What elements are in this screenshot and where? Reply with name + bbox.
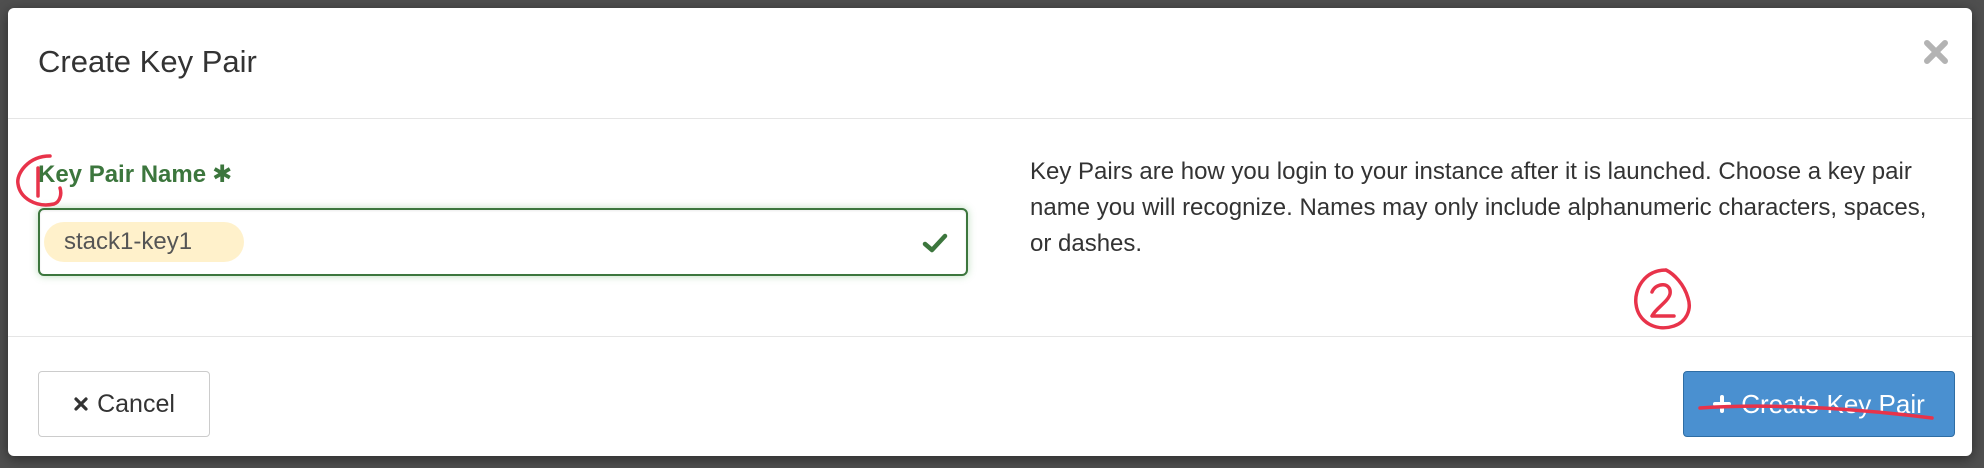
- modal-body: Key Pair Name✱ Key Pairs are how you log…: [8, 120, 1972, 335]
- key-pair-name-field: [38, 208, 968, 276]
- help-text: Key Pairs are how you login to your inst…: [1030, 158, 1927, 257]
- close-button[interactable]: [1916, 32, 1956, 72]
- modal-title: Create Key Pair: [38, 44, 257, 79]
- create-key-pair-dialog: Create Key Pair Key Pair Name✱ Key Pairs…: [8, 8, 1972, 456]
- create-key-pair-button[interactable]: Create Key Pair: [1683, 371, 1955, 437]
- key-pair-name-input[interactable]: [40, 210, 966, 274]
- modal-footer: Cancel Create Key Pair: [8, 336, 1972, 456]
- required-marker: ✱: [212, 161, 233, 188]
- cancel-button[interactable]: Cancel: [38, 371, 210, 437]
- close-icon: [1924, 40, 1948, 64]
- key-pair-name-label-text: Key Pair Name: [38, 161, 207, 188]
- times-icon: [74, 397, 88, 411]
- plus-icon: [1713, 395, 1732, 413]
- key-pair-name-label: Key Pair Name ✱: [38, 160, 232, 189]
- create-label: Create Key Pair: [1741, 388, 1925, 419]
- cancel-label: Cancel: [97, 389, 175, 418]
- modal-header: Create Key Pair: [8, 8, 1972, 119]
